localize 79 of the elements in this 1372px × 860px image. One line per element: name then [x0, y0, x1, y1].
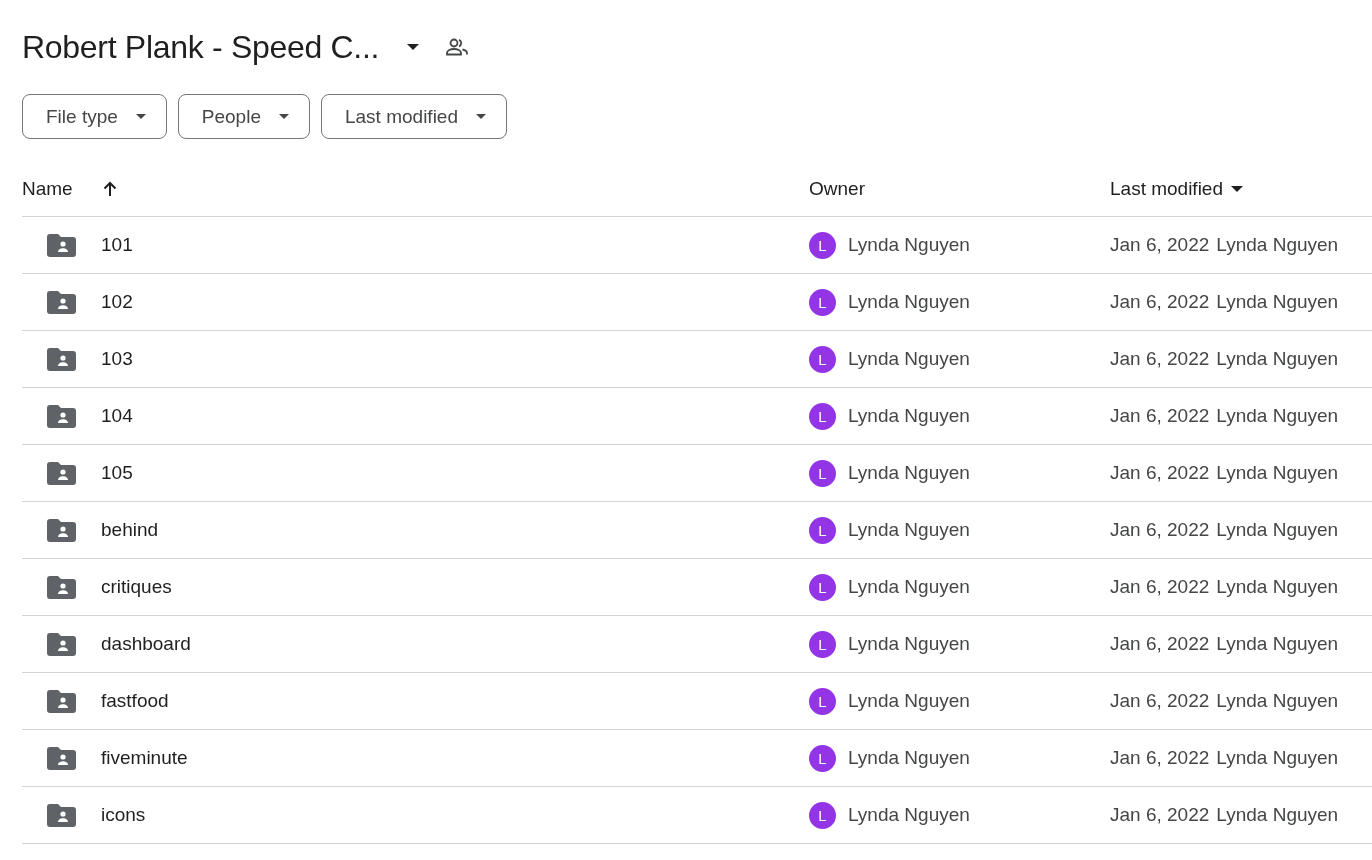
owner-avatar: L [809, 516, 836, 544]
shared-folder-icon [47, 746, 76, 770]
caret-icon [279, 114, 289, 119]
modified-date: Jan 6, 2022 [1110, 804, 1210, 826]
filter-chip[interactable]: File type [22, 94, 167, 139]
modified-date: Jan 6, 2022 [1110, 234, 1210, 256]
modified-by: Lynda Nguyen [1216, 576, 1339, 598]
shared-folder-icon [47, 575, 76, 599]
owner-avatar: L [809, 687, 836, 715]
caret-icon [476, 114, 486, 119]
modified-date: Jan 6, 2022 [1110, 633, 1210, 655]
owner-name: Lynda Nguyen [848, 633, 970, 655]
folder-name[interactable]: 102 [101, 291, 133, 313]
folder-name[interactable]: fiveminute [101, 747, 188, 769]
folder-name[interactable]: critiques [101, 576, 172, 598]
column-header[interactable]: Last modified [1110, 177, 1223, 200]
modified-date: Jan 6, 2022 [1110, 519, 1210, 541]
folder-name[interactable]: 104 [101, 405, 133, 427]
modified-by: Lynda Nguyen [1216, 291, 1339, 313]
owner-avatar: L [809, 288, 836, 316]
shared-folder-icon [47, 233, 76, 257]
sort-up-arrow-icon[interactable] [102, 180, 117, 197]
shared-folder-icon [47, 404, 76, 428]
owner-name: Lynda Nguyen [848, 234, 970, 256]
owner-avatar: L [809, 801, 836, 829]
owner-name: Lynda Nguyen [848, 462, 970, 484]
folder-name[interactable]: fastfood [101, 690, 169, 712]
owner-name: Lynda Nguyen [848, 576, 970, 598]
owner-avatar: L [809, 630, 836, 658]
modified-date: Jan 6, 2022 [1110, 462, 1210, 484]
column-header[interactable]: Name [22, 177, 73, 200]
shared-folder-icon [47, 803, 76, 827]
modified-date: Jan 6, 2022 [1110, 348, 1210, 370]
modified-date: Jan 6, 2022 [1110, 291, 1210, 313]
modified-date: Jan 6, 2022 [1110, 747, 1210, 769]
owner-name: Lynda Nguyen [848, 690, 970, 712]
modified-by: Lynda Nguyen [1216, 234, 1339, 256]
sort-down-caret-icon[interactable] [1231, 185, 1243, 192]
owner-name: Lynda Nguyen [848, 405, 970, 427]
owner-avatar: L [809, 573, 836, 601]
modified-by: Lynda Nguyen [1216, 462, 1339, 484]
modified-by: Lynda Nguyen [1216, 405, 1339, 427]
modified-by: Lynda Nguyen [1216, 690, 1339, 712]
owner-avatar: L [809, 744, 836, 772]
shared-folder-icon [47, 461, 76, 485]
owner-name: Lynda Nguyen [848, 348, 970, 370]
owner-avatar: L [809, 231, 836, 259]
folder-name[interactable]: dashboard [101, 633, 191, 655]
modified-date: Jan 6, 2022 [1110, 576, 1210, 598]
modified-date: Jan 6, 2022 [1110, 690, 1210, 712]
modified-by: Lynda Nguyen [1216, 747, 1339, 769]
shared-folder-icon [47, 632, 76, 656]
caret-icon [135, 114, 146, 119]
shared-folder-icon [47, 689, 76, 713]
folder-name[interactable]: behind [101, 519, 159, 541]
owner-avatar: L [809, 402, 836, 430]
modified-by: Lynda Nguyen [1216, 348, 1339, 370]
folder-name[interactable]: 103 [101, 348, 133, 370]
folder-name[interactable]: 105 [101, 462, 133, 484]
owner-name: Lynda Nguyen [848, 804, 970, 826]
folder-title: Robert Plank - Speed C... [22, 28, 380, 66]
filter-chip[interactable]: People [177, 94, 310, 139]
shared-folder-icon [47, 518, 76, 542]
folder-name[interactable]: icons [101, 804, 146, 826]
modified-by: Lynda Nguyen [1216, 633, 1339, 655]
folder-name[interactable]: 101 [101, 234, 133, 256]
shared-folder-icon [47, 290, 76, 314]
modified-by: Lynda Nguyen [1216, 804, 1339, 826]
owner-name: Lynda Nguyen [848, 519, 970, 541]
people-icon[interactable] [445, 38, 470, 56]
owner-name: Lynda Nguyen [848, 747, 970, 769]
shared-folder-icon [47, 347, 76, 371]
owner-name: Lynda Nguyen [848, 291, 970, 313]
filter-chip[interactable]: Last modified [321, 94, 507, 139]
modified-by: Lynda Nguyen [1216, 519, 1339, 541]
owner-avatar: L [809, 459, 836, 487]
modified-date: Jan 6, 2022 [1110, 405, 1210, 427]
column-header[interactable]: Owner [809, 177, 865, 200]
owner-avatar: L [809, 345, 836, 373]
